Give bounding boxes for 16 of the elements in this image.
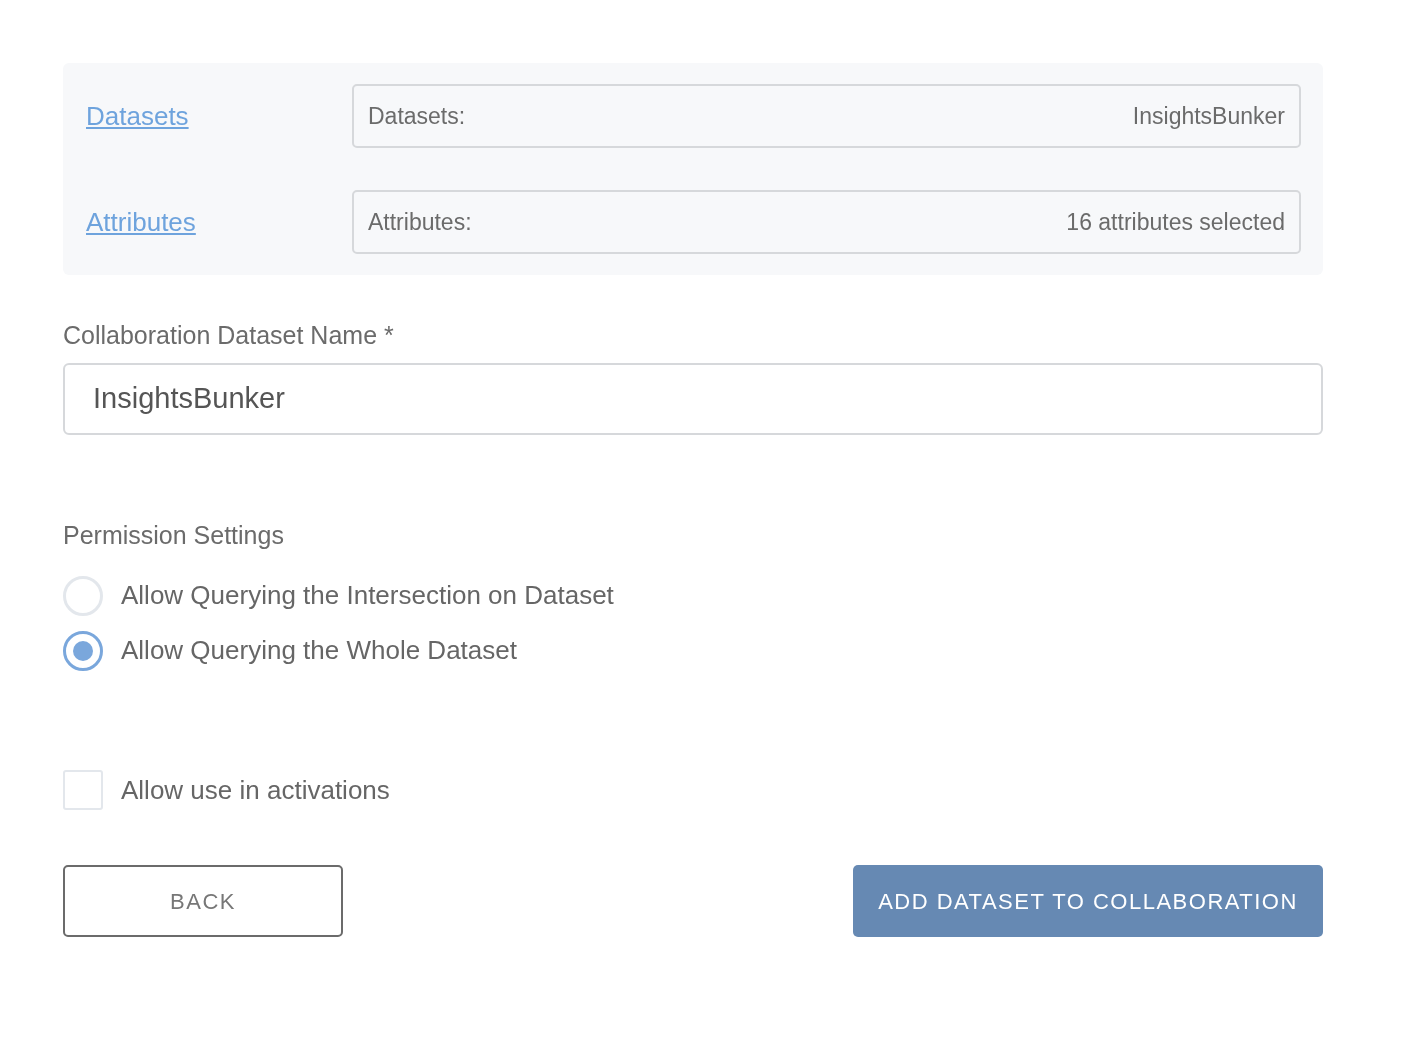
checkbox-label: Allow use in activations — [121, 773, 390, 807]
summary-label: Attributes: — [368, 207, 472, 237]
section-title: Permission Settings — [63, 519, 285, 551]
checkbox[interactable] — [63, 770, 103, 810]
field-label: Collaboration Dataset Name * — [63, 320, 395, 351]
summary-label: Datasets: — [368, 101, 466, 131]
name-input-field[interactable]: InsightsBunker — [63, 362, 1323, 435]
back-button[interactable]: BACK — [63, 865, 343, 937]
section-link[interactable]: Datasets — [86, 96, 352, 136]
radio-button[interactable] — [63, 630, 103, 671]
summary-value: 16 attributes selected — [1066, 207, 1285, 237]
radio-label: Allow Querying the Whole Dataset — [121, 634, 517, 667]
add-button[interactable]: ADD DATASET TO COLLABORATION — [853, 865, 1323, 937]
section-link[interactable]: Attributes — [86, 202, 352, 242]
summary-value: InsightsBunker — [1132, 101, 1285, 131]
radio-label: Allow Querying the Intersection on Dataset — [121, 579, 614, 612]
